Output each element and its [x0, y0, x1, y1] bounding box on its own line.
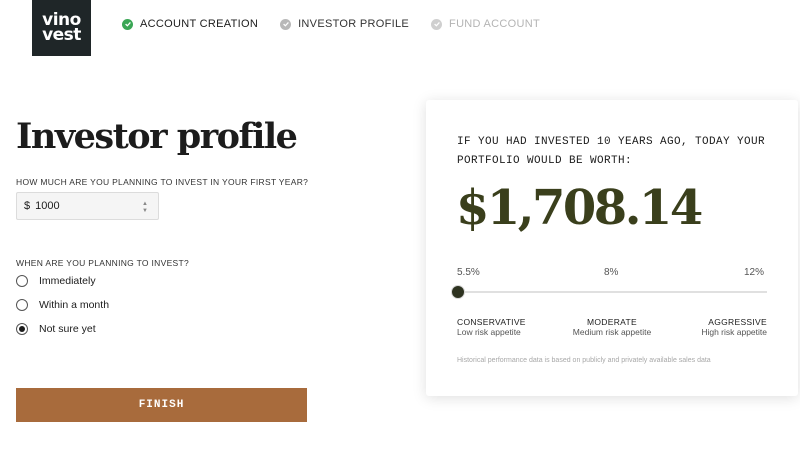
slider-tick-mid: 8% — [604, 267, 619, 278]
radio-option-not-sure-yet[interactable]: Not sure yet — [16, 323, 96, 335]
projection-question: IF YOU HAD INVESTED 10 YEARS AGO, TODAY … — [457, 136, 766, 167]
chevron-down-icon[interactable]: ▼ — [142, 208, 148, 214]
disclaimer-text: Historical performance data is based on … — [457, 357, 711, 364]
currency-symbol: $ — [24, 200, 31, 212]
page-title: Investor profile — [16, 116, 298, 157]
risk-subtitle: Low risk appetite — [457, 327, 521, 337]
risk-slider-handle[interactable] — [451, 285, 465, 299]
radio-button[interactable] — [16, 275, 28, 287]
investment-amount-input[interactable] — [35, 200, 126, 212]
risk-moderate: MODERATE Medium risk appetite — [572, 317, 652, 337]
projection-card: IF YOU HAD INVESTED 10 YEARS AGO, TODAY … — [426, 100, 798, 396]
amount-question-label: HOW MUCH ARE YOU PLANNING TO INVEST IN Y… — [16, 177, 309, 187]
risk-conservative: CONSERVATIVE Low risk appetite — [457, 317, 526, 337]
slider-tick-low: 5.5% — [457, 267, 480, 278]
progress-steps: ACCOUNT CREATION INVESTOR PROFILE FUND A… — [122, 18, 562, 30]
check-circle-icon — [122, 18, 133, 30]
radio-button[interactable] — [16, 299, 28, 311]
step-investor-profile: INVESTOR PROFILE — [280, 18, 409, 30]
radio-label: Within a month — [39, 299, 110, 311]
radio-option-immediately[interactable]: Immediately — [16, 275, 96, 287]
investment-amount-field[interactable]: $ ▲ ▼ — [16, 192, 159, 220]
vinovest-logo[interactable]: vino vest — [32, 0, 91, 56]
radio-label: Not sure yet — [39, 323, 96, 335]
step-label: ACCOUNT CREATION — [140, 18, 259, 30]
timing-question-label: WHEN ARE YOU PLANNING TO INVEST? — [16, 258, 190, 268]
slider-tick-high: 12% — [744, 267, 765, 278]
chevron-up-icon[interactable]: ▲ — [142, 201, 148, 207]
finish-button[interactable]: FINISH — [16, 388, 307, 422]
risk-title: AGGRESSIVE — [708, 317, 767, 327]
step-fund-account: FUND ACCOUNT — [431, 18, 540, 30]
step-account-creation: ACCOUNT CREATION — [122, 18, 258, 30]
risk-subtitle: High risk appetite — [701, 327, 767, 337]
check-circle-icon — [431, 18, 443, 30]
step-label: INVESTOR PROFILE — [298, 18, 410, 30]
portfolio-value: $1,708.14 — [456, 180, 703, 236]
risk-title: CONSERVATIVE — [457, 317, 526, 327]
radio-label: Immediately — [39, 275, 96, 287]
risk-title: MODERATE — [587, 317, 637, 327]
amount-stepper[interactable]: ▲ ▼ — [142, 201, 148, 214]
radio-option-within-a-month[interactable]: Within a month — [16, 299, 109, 311]
step-label: FUND ACCOUNT — [449, 18, 541, 30]
logo-line-2: vest — [42, 25, 81, 45]
risk-subtitle: Medium risk appetite — [572, 327, 652, 337]
check-circle-icon — [280, 18, 292, 30]
radio-dot — [19, 326, 25, 332]
radio-button-selected[interactable] — [16, 323, 28, 335]
risk-aggressive: AGGRESSIVE High risk appetite — [701, 317, 767, 337]
risk-slider-track[interactable] — [451, 285, 767, 299]
